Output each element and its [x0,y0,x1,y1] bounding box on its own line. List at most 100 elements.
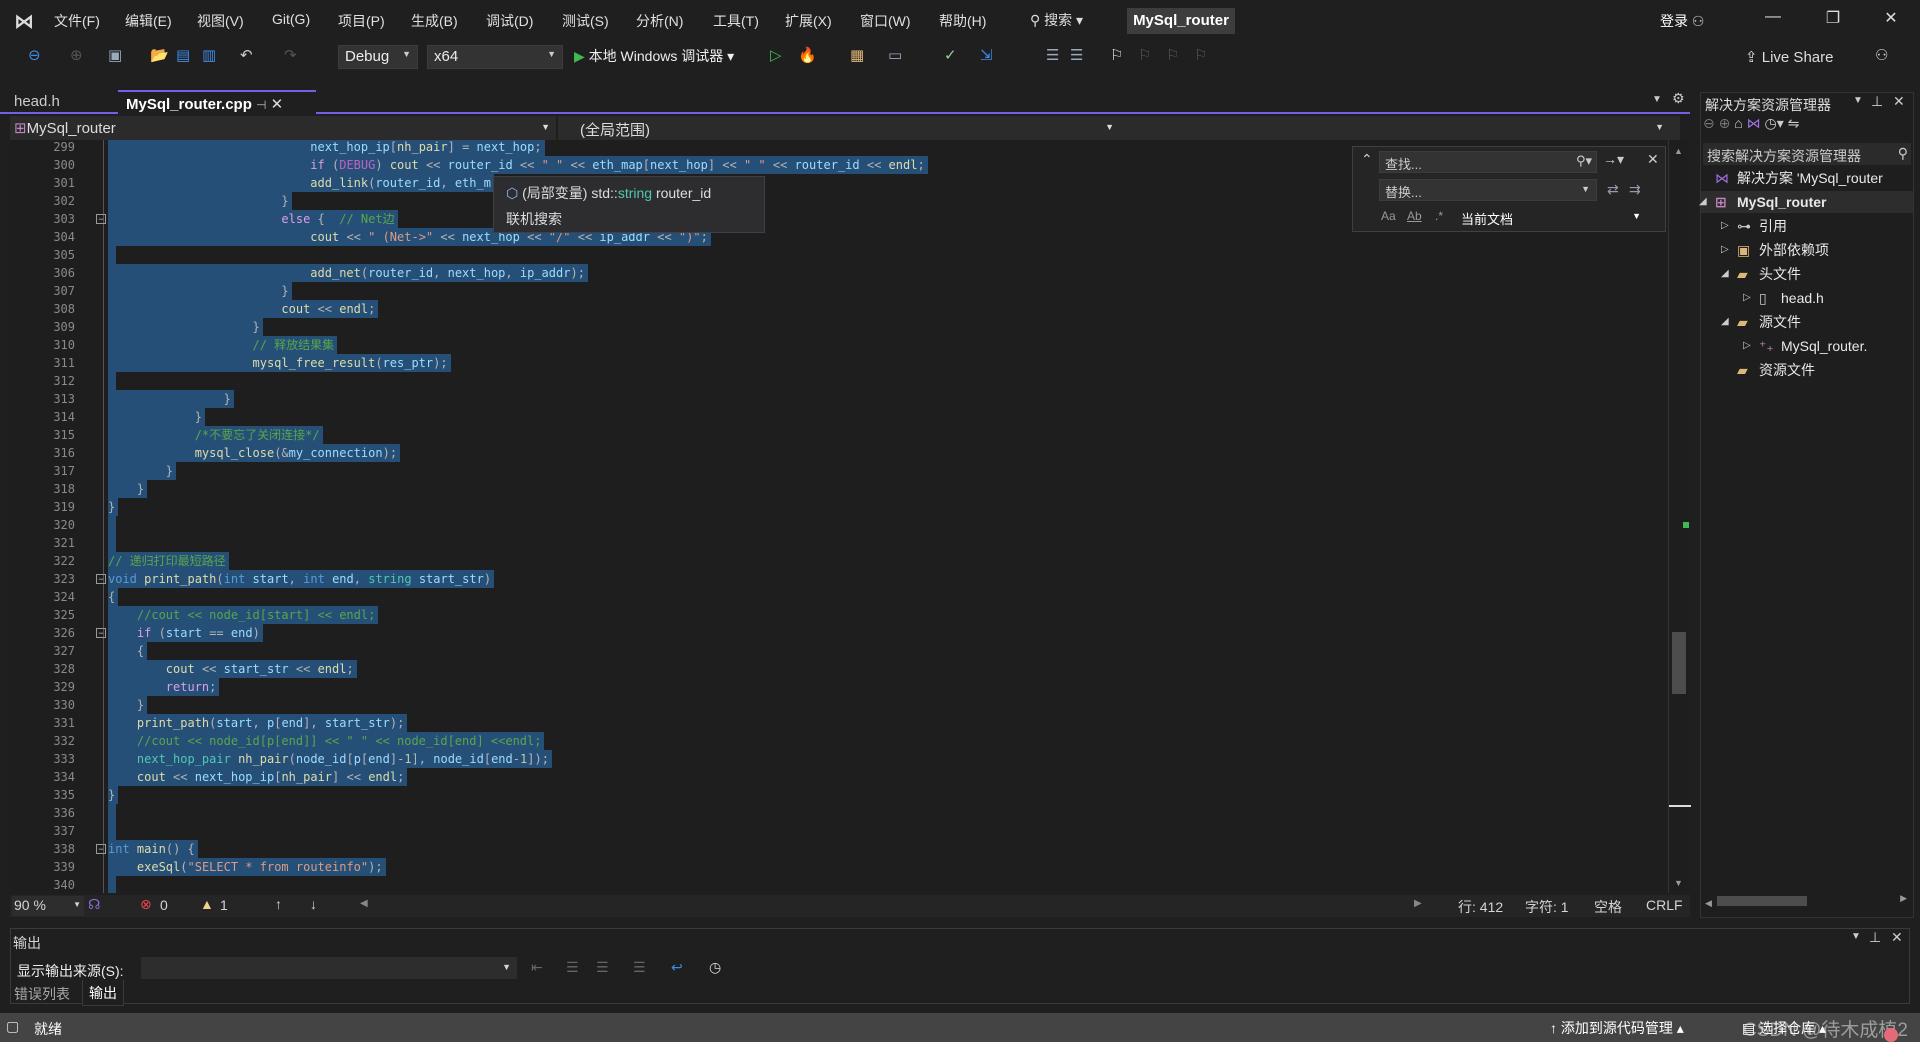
restore-button[interactable]: ❐ [1818,8,1848,28]
code-line[interactable]: //cout << node_id[start] << endl; [108,606,379,624]
tab-overflow-icon[interactable]: ▼ [1652,94,1662,105]
warning-count[interactable]: 1 [220,897,228,913]
expander-icon[interactable]: ▷ [1743,335,1751,357]
expander-icon[interactable]: ▷ [1721,215,1729,237]
code-line[interactable] [108,822,116,840]
code-line[interactable]: } [108,192,292,210]
menu-item[interactable]: Git(G) [272,11,310,27]
code-line[interactable]: { [108,642,148,660]
redo-icon[interactable]: ↷ [284,46,297,64]
tree-item[interactable]: ◢ ⊞ MySql_router [1699,191,1913,213]
previous-issue-icon[interactable]: ↑ [275,896,282,912]
fold-toggle-icon[interactable]: − [96,574,106,584]
code-line[interactable]: // 释放结果集 [108,336,338,354]
search-button[interactable]: ⚲ 搜索 ▾ [1030,10,1083,30]
code-line[interactable]: else { // Net边 [108,210,398,228]
expander-icon[interactable]: ▷ [1721,239,1729,261]
online-search-link[interactable]: 联机搜索 [506,209,752,229]
code-line[interactable] [108,246,116,264]
pin-icon[interactable]: ⊥ [1871,93,1883,110]
expander-icon[interactable]: ◢ [1699,191,1707,213]
menu-item[interactable]: 扩展(X) [785,11,832,31]
step-icon[interactable]: ⇲ [980,46,993,64]
prev-message-icon[interactable]: ☰ [566,959,579,976]
sync-icon[interactable]: ⇋ [1788,115,1800,131]
expander-icon[interactable]: ▷ [1743,287,1751,309]
fold-toggle-icon[interactable]: − [96,628,106,638]
vertical-scrollbar[interactable]: ▲ ▼ [1668,140,1691,893]
regex-icon[interactable]: .* [1435,209,1443,223]
code-line[interactable]: return; [108,678,220,696]
tree-item[interactable]: ⋈ 解决方案 'MySql_router [1701,167,1913,189]
scrollbar-thumb[interactable] [1672,632,1686,694]
code-line[interactable]: } [108,786,119,804]
menu-item[interactable]: 分析(N) [636,11,683,31]
code-line[interactable] [108,516,116,534]
open-file-icon[interactable]: 📂 [150,46,169,64]
find-input[interactable]: 查找... ⚲▾ [1379,151,1597,173]
scroll-right-icon[interactable]: ▶ [1414,898,1422,909]
clear-bookmarks-icon[interactable]: ⚐ [1194,46,1207,64]
indent-icon[interactable]: ☰ [1046,46,1059,64]
next-message-icon[interactable]: ☰ [596,959,609,976]
fold-toggle-icon[interactable]: − [96,844,106,854]
back-icon[interactable]: ⊖ [1703,115,1715,131]
close-tab-icon[interactable]: ✕ [271,96,284,113]
tree-item[interactable]: ◢ ▰ 头文件 [1701,263,1913,285]
panel-menu-icon[interactable]: ▼ [1853,95,1863,106]
close-panel-icon[interactable]: ✕ [1893,93,1905,110]
find-in-files-icon[interactable]: ▦ [850,46,864,64]
code-line[interactable]: } [108,282,292,300]
code-line[interactable] [108,804,116,822]
forward-icon[interactable]: ⊕ [70,46,83,64]
pin-icon[interactable]: ⊥ [1869,929,1881,946]
code-line[interactable]: // 递归打印最短路径 [108,552,229,570]
tree-item[interactable]: ◢ ▰ 源文件 [1701,311,1913,333]
pending-changes-icon[interactable]: ◷▾ [1765,115,1784,131]
scroll-down-icon[interactable]: ▼ [1674,878,1683,888]
close-window-button[interactable]: ✕ [1876,8,1906,28]
code-line[interactable]: } [108,480,148,498]
start-debugging-button[interactable]: ▶ 本地 Windows 调试器 ▾ [574,46,734,66]
scrollbar-thumb[interactable] [1717,896,1807,906]
clear-all-icon[interactable]: ☰ [633,959,646,976]
expander-icon[interactable]: ◢ [1721,311,1729,333]
horizontal-scrollbar[interactable]: ◀ ▶ [1705,893,1909,909]
menu-item[interactable]: 编辑(E) [125,11,172,31]
save-all-icon[interactable]: ▥ [202,46,216,64]
code-editor[interactable]: 299 300 301 302 303 304 305 306 307 308 309 310 311 3… [10,140,1668,893]
menu-item[interactable]: 测试(S) [562,11,609,31]
tree-item[interactable]: ▰ 资源文件 [1701,359,1913,381]
tab-error-list[interactable]: 错误列表 [10,982,74,1006]
undo-icon[interactable]: ↶ [240,46,253,64]
zoom-dropdown[interactable]: 90 % ▼ [12,896,84,916]
outdent-icon[interactable]: ☰ [1070,46,1083,64]
minimize-button[interactable]: — [1758,8,1788,26]
tab-mysql-router-cpp[interactable]: MySql_router.cpp ⊣ ✕ [118,90,316,114]
menu-item[interactable]: 项目(P) [338,11,385,31]
menu-item[interactable]: 工具(T) [713,11,759,31]
forward-icon[interactable]: ⊕ [1719,115,1731,131]
code-line[interactable]: if (DEBUG) cout << router_id << " " << e… [108,156,928,174]
error-icon[interactable]: ⊗ [140,896,152,913]
menu-item[interactable]: 窗口(W) [860,11,911,31]
code-line[interactable]: mysql_close(&my_connection); [108,444,401,462]
scope-dropdown[interactable]: (全局范围) ▼ [560,116,1120,140]
notification-badge[interactable] [1884,1028,1898,1042]
tree-item[interactable]: ▷ ⊶ 引用 [1701,215,1913,237]
member-dropdown[interactable]: ▼ [1122,116,1670,140]
home-icon[interactable]: ⌂ [1734,115,1742,131]
scroll-up-icon[interactable]: ▲ [1674,146,1683,156]
menu-item[interactable]: 帮助(H) [939,11,986,31]
tree-item[interactable]: ▷ ▯ head.h [1701,287,1913,309]
whole-word-icon[interactable]: Ab [1407,209,1422,223]
search-options-icon[interactable]: ⚲▾ [1576,153,1592,169]
goto-error-icon[interactable]: ⇤ [531,959,543,976]
code-line[interactable]: add_net(router_id, next_hop, ip_addr); [108,264,588,282]
pin-icon[interactable]: ⊣ [256,98,266,112]
prev-bookmark-icon[interactable]: ⚐ [1138,46,1151,64]
save-icon[interactable]: ▤ [176,46,190,64]
menu-item[interactable]: 视图(V) [197,11,244,31]
start-without-debugging-icon[interactable]: ▷ [770,46,782,64]
tab-output[interactable]: 输出 [82,980,124,1006]
